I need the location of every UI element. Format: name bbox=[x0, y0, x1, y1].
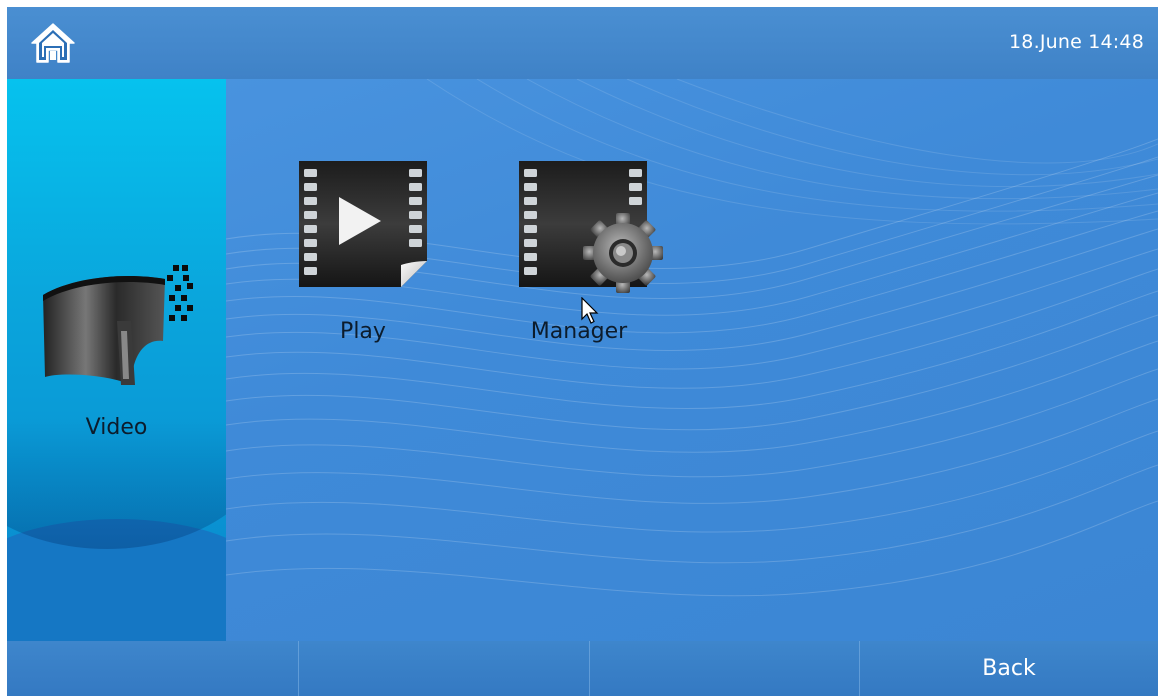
bottom-slot-1 bbox=[7, 641, 298, 696]
main-area: Video Play Manager bbox=[7, 79, 1158, 641]
play-app-button[interactable]: Play bbox=[289, 159, 449, 359]
back-button[interactable]: Back bbox=[860, 641, 1158, 696]
bottom-bar: Back bbox=[7, 641, 1158, 696]
sidebar-category-label: Video bbox=[85, 415, 148, 440]
back-button-label: Back bbox=[982, 656, 1036, 681]
manager-app-label: Manager bbox=[530, 319, 628, 344]
sidebar: Video bbox=[7, 79, 226, 641]
home-button[interactable] bbox=[29, 21, 77, 65]
bottom-slot-3 bbox=[590, 641, 859, 696]
film-play-icon bbox=[299, 161, 427, 287]
film-gear-icon bbox=[519, 161, 663, 293]
app-window: 18.June 14:48 Video Play Manager Back bbox=[7, 7, 1158, 696]
bottom-slot-2 bbox=[299, 641, 589, 696]
play-app-label: Play bbox=[340, 319, 386, 344]
mouse-cursor-icon bbox=[581, 297, 599, 324]
top-bar: 18.June 14:48 bbox=[7, 7, 1158, 79]
home-icon bbox=[31, 23, 75, 63]
film-reel-icon bbox=[43, 265, 193, 385]
datetime-display: 18.June 14:48 bbox=[1009, 31, 1144, 53]
manager-app-button[interactable]: Manager bbox=[509, 159, 669, 359]
